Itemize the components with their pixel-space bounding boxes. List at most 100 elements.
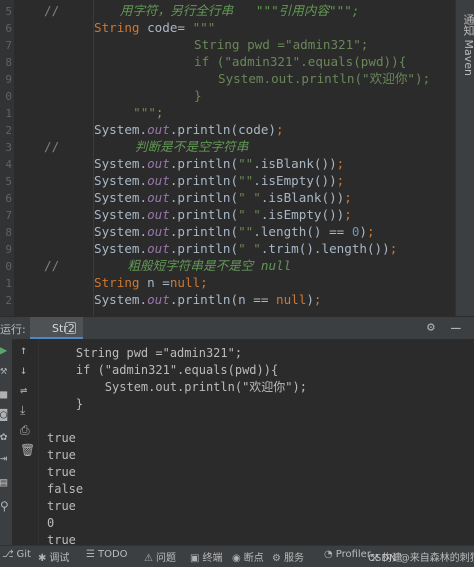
code-token: .trim().length())	[260, 241, 390, 256]
code-line[interactable]: // 判断是不是空字符串	[44, 138, 248, 155]
bottom-tab-todo[interactable]: ☰ TODO	[86, 549, 128, 560]
code-token: ""	[238, 156, 254, 171]
code-line[interactable]: String code= """	[94, 19, 215, 36]
code-line[interactable]: System.out.println("".isBlank());	[94, 155, 344, 172]
code-token: 判断是不是空字符串	[59, 139, 249, 154]
code-token: .println(	[169, 173, 239, 188]
code-line[interactable]: System.out.println(" ".isEmpty());	[94, 206, 352, 223]
print-icon[interactable]: ⎙	[20, 423, 30, 438]
code-token: out	[147, 292, 170, 307]
bottom-tab-label: TODO	[97, 549, 128, 560]
todo-icon: ☰	[86, 549, 95, 560]
bottom-tab-breakpoints[interactable]: ◉ 断点	[232, 549, 264, 564]
code-line[interactable]: }	[194, 87, 202, 104]
code-token: code=	[147, 20, 193, 35]
bottom-tab-services[interactable]: ⚙ 服务	[272, 549, 304, 564]
code-token: System.out.println("欢迎你");	[218, 71, 431, 86]
code-token: .println(	[169, 241, 239, 256]
bottom-tab-debug[interactable]: ✱ 调试	[38, 549, 69, 564]
code-line[interactable]: String pwd ="admin321";	[194, 36, 368, 53]
stop-icon[interactable]: ■	[0, 387, 7, 401]
code-token: .println(	[169, 190, 239, 205]
code-token: System.	[94, 224, 148, 239]
bottom-tab-label: 调试	[49, 553, 70, 564]
layout-icon[interactable]: ▤	[0, 475, 7, 489]
settings-icon[interactable]: ✿	[0, 429, 7, 443]
camera-icon[interactable]: ◙	[0, 407, 7, 421]
code-token: System.	[94, 190, 148, 205]
minimize-icon[interactable]: –	[451, 318, 461, 337]
code-line[interactable]: String n =null;	[94, 274, 208, 291]
code-line[interactable]: if ("admin321".equals(pwd)){	[194, 53, 406, 70]
line-number: 7	[5, 209, 12, 222]
code-line[interactable]: System.out.println("".isEmpty());	[94, 172, 344, 189]
code-token: //	[44, 3, 60, 18]
breakpoints-icon: ◉	[232, 553, 241, 564]
gear-icon[interactable]: ⚙	[427, 320, 435, 335]
code-token: .isBlank())	[260, 190, 345, 205]
code-token: .println(code)	[169, 122, 276, 137]
code-token: out	[147, 224, 170, 239]
code-line[interactable]: // 用字符，另行全行串 """引用内容""";	[44, 2, 359, 19]
exit-icon[interactable]: ⇥	[0, 451, 7, 465]
pin-icon[interactable]: ⚲	[0, 499, 9, 513]
code-token: }	[194, 88, 202, 103]
right-strip-label[interactable]: 通知 Maven	[460, 14, 474, 76]
scroll-to-end-icon[interactable]: ⤓	[20, 403, 25, 418]
console-line: true	[47, 448, 76, 462]
bottom-tab-problems[interactable]: ⚠ 问题	[144, 549, 176, 564]
code-token: .isBlank())	[253, 156, 337, 171]
problems-icon: ⚠	[144, 553, 153, 564]
code-token: 粗般短字符串是不是空 null	[59, 258, 292, 273]
run-toolbar: ↑ ↓ ⇌ ⤓ ⎙ 🗑	[16, 339, 39, 545]
code-token: )	[306, 292, 314, 307]
code-line[interactable]: System.out.println(n == null);	[94, 291, 322, 308]
terminal-icon: ▣	[190, 553, 200, 564]
line-number: 6	[5, 22, 12, 35]
arrow-down-icon[interactable]: ↓	[20, 363, 27, 377]
bottom-tab-git[interactable]: ⎇ Git	[2, 549, 31, 560]
code-line[interactable]: System.out.println(" ".trim().length());	[94, 240, 397, 257]
console-line: if ("admin321".equals(pwd)){	[47, 363, 279, 377]
code-line[interactable]: System.out.println("".length() == 0);	[94, 223, 375, 240]
bottom-tab-profiler[interactable]: ◔ Profiler	[324, 549, 371, 560]
clear-icon[interactable]: 🗑	[20, 443, 35, 457]
line-number: 3	[5, 141, 12, 154]
code-token: """	[118, 105, 156, 120]
right-tool-strip: 通知 Maven	[455, 0, 474, 316]
rerun-icon[interactable]: ▶	[0, 343, 7, 357]
code-token: ;	[313, 292, 322, 307]
debug-icon: ✱	[38, 553, 47, 564]
code-line[interactable]: System.out.println("欢迎你");	[218, 70, 430, 87]
arrow-up-icon[interactable]: ↑	[20, 343, 27, 357]
soft-wrap-icon[interactable]: ⇌	[20, 383, 27, 397]
line-number: 0	[5, 260, 12, 273]
code-token: null	[275, 292, 307, 307]
tab-str2[interactable]: Str2	[30, 317, 83, 339]
code-editor[interactable]: 5 6 7 8 9 0 1 2 3 4 5 6 7 8 9 0 1 2 // 用字符，另行全行串 """引用内容"…	[0, 0, 474, 316]
bottom-tab-terminal[interactable]: ▣ 终端	[190, 549, 222, 564]
code-line[interactable]: System.out.println(code);	[94, 121, 284, 138]
code-token: )	[359, 224, 368, 239]
code-token: ;	[200, 275, 208, 290]
code-token: .println(n ==	[169, 292, 276, 307]
code-token: ;	[336, 173, 345, 188]
code-line[interactable]: // 粗般短字符串是不是空 null	[44, 257, 291, 274]
services-icon: ⚙	[272, 553, 281, 564]
bottom-tab-label: Profiler	[335, 549, 371, 560]
watermark: CSDN @来自森林的刺猬	[368, 553, 474, 564]
code-line[interactable]: """;	[118, 104, 163, 121]
code-token: if ("admin321".equals(pwd)){	[194, 54, 407, 69]
line-number: 9	[5, 73, 12, 86]
line-number: 9	[5, 243, 12, 256]
wrench-icon[interactable]: ⚒	[0, 363, 7, 377]
code-token: ;	[336, 156, 345, 171]
console-output[interactable]: String pwd ="admin321"; if ("admin321".e…	[40, 339, 474, 545]
code-token: .isEmpty())	[260, 207, 345, 222]
code-token: ;	[344, 190, 352, 205]
line-number: 4	[5, 158, 12, 171]
line-number: 2	[5, 294, 12, 307]
code-token: ;	[344, 207, 352, 222]
code-line[interactable]: System.out.println(" ".isBlank());	[94, 189, 352, 206]
